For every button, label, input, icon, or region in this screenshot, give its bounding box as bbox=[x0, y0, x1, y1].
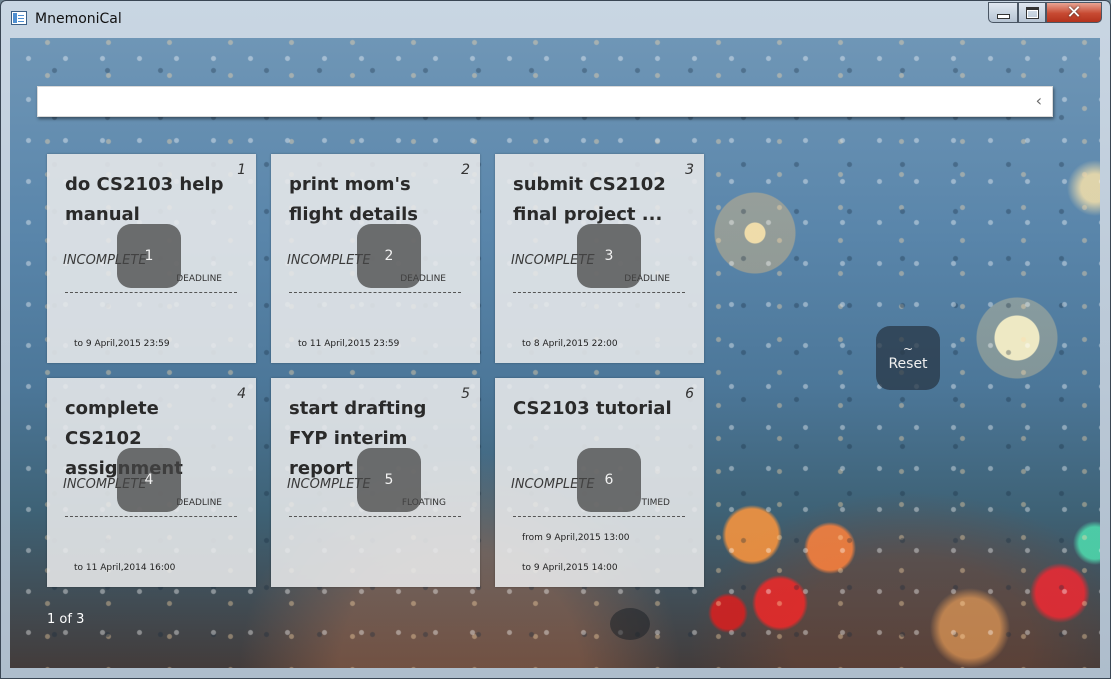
task-card[interactable]: 6 CS2103 tutorial INCOMPLETE TIMED from … bbox=[495, 378, 704, 587]
task-end-date: to 9 April,2015 23:59 bbox=[74, 339, 170, 349]
task-handle[interactable]: 5 bbox=[357, 448, 421, 512]
task-type: TIMED bbox=[641, 498, 670, 508]
task-card[interactable]: 1 do CS2103 help manual INCOMPLETE DEADL… bbox=[47, 154, 256, 363]
close-button[interactable]: ✕ bbox=[1046, 2, 1102, 23]
task-type: DEADLINE bbox=[176, 274, 222, 284]
task-handle[interactable]: 3 bbox=[577, 224, 641, 288]
task-card[interactable]: 5 start drafting FYP interim report INCO… bbox=[271, 378, 480, 587]
command-bar: ‹ bbox=[37, 86, 1053, 117]
window-controls: ✕ bbox=[988, 2, 1102, 23]
command-input[interactable] bbox=[38, 87, 1018, 116]
task-end-date: to 11 April,2014 16:00 bbox=[74, 563, 176, 573]
task-title: CS2103 tutorial bbox=[513, 398, 672, 419]
task-end-date: to 11 April,2015 23:59 bbox=[298, 339, 400, 349]
task-end-date: to 8 April,2015 22:00 bbox=[522, 339, 618, 349]
card-divider bbox=[65, 516, 237, 517]
chevron-left-icon[interactable]: ‹ bbox=[1036, 93, 1042, 109]
maximize-icon bbox=[1025, 6, 1039, 19]
task-card[interactable]: 2 print mom's flight details INCOMPLETE … bbox=[271, 154, 480, 363]
window-title: MnemoniCal bbox=[35, 11, 122, 27]
card-divider bbox=[65, 292, 237, 293]
task-type: DEADLINE bbox=[176, 498, 222, 508]
task-card[interactable]: 4 complete CS2102 assignment INCOMPLETE … bbox=[47, 378, 256, 587]
app-window: MnemoniCal ✕ ‹ 1 do CS2103 help manual I… bbox=[0, 0, 1111, 679]
reset-tilde: ~ bbox=[902, 342, 914, 356]
card-divider bbox=[513, 516, 685, 517]
task-title: do CS2103 help manual bbox=[65, 174, 224, 225]
task-start-date: from 9 April,2015 13:00 bbox=[522, 533, 630, 543]
task-handle[interactable]: 1 bbox=[117, 224, 181, 288]
task-title: submit CS2102 final project ... bbox=[513, 174, 666, 225]
app-icon bbox=[11, 11, 27, 25]
task-handle[interactable]: 4 bbox=[117, 448, 181, 512]
task-title: print mom's flight details bbox=[289, 174, 418, 225]
title-bar[interactable]: MnemoniCal ✕ bbox=[1, 1, 1110, 35]
scroll-handle[interactable] bbox=[610, 608, 650, 640]
page-indicator: 1 of 3 bbox=[47, 612, 85, 627]
close-icon: ✕ bbox=[1066, 1, 1082, 23]
reset-button[interactable]: ~ Reset bbox=[876, 326, 940, 390]
reset-label: Reset bbox=[888, 356, 928, 372]
minimize-icon bbox=[996, 14, 1010, 19]
card-divider bbox=[289, 292, 461, 293]
card-divider bbox=[289, 516, 461, 517]
main-area: ‹ 1 do CS2103 help manual INCOMPLETE DEA… bbox=[10, 38, 1100, 668]
maximize-button[interactable] bbox=[1018, 2, 1046, 23]
card-divider bbox=[513, 292, 685, 293]
task-handle[interactable]: 2 bbox=[357, 224, 421, 288]
task-handle[interactable]: 6 bbox=[577, 448, 641, 512]
task-card[interactable]: 3 submit CS2102 final project ... INCOMP… bbox=[495, 154, 704, 363]
task-end-date: to 9 April,2015 14:00 bbox=[522, 563, 618, 573]
minimize-button[interactable] bbox=[988, 2, 1018, 23]
